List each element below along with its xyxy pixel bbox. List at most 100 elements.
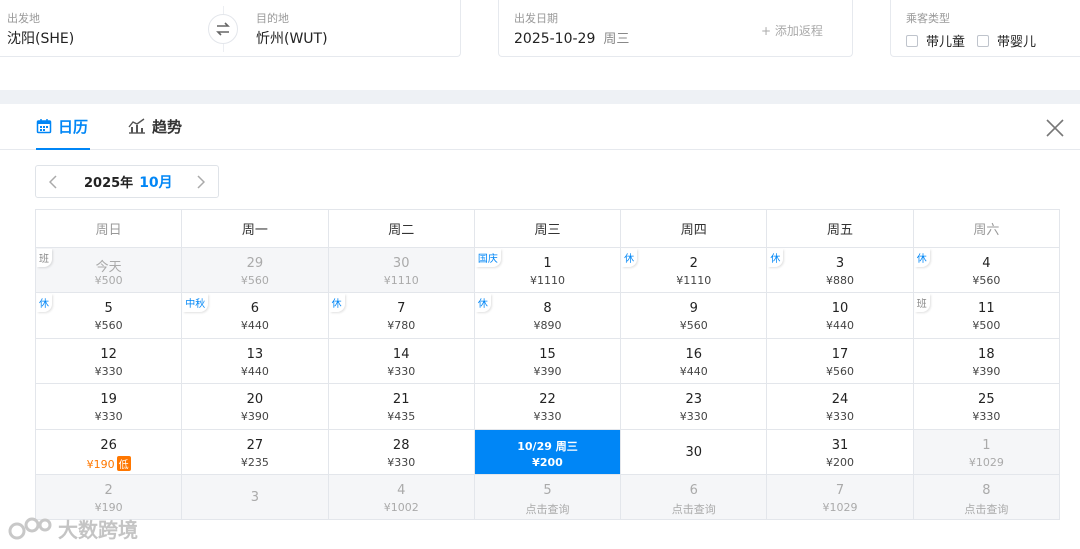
calendar-day-price: ¥200	[475, 456, 620, 469]
calendar-day-cell[interactable]: 中秋 6 ¥440	[182, 293, 329, 339]
calendar-day-cell[interactable]: 5 点击查询	[474, 474, 622, 521]
prev-month-button[interactable]	[36, 166, 70, 197]
calendar-day-cell[interactable]: 班今天 ¥500	[36, 248, 183, 294]
calendar-day-cell[interactable]: 国庆 1 ¥1110	[474, 248, 622, 294]
calendar-day-number: 16	[685, 346, 703, 362]
calendar-day-cell[interactable]: 6 点击查询	[621, 474, 768, 521]
price-text: 点击查询	[525, 502, 570, 516]
price-text: ¥330	[94, 364, 123, 378]
lowest-price-badge: 低	[116, 455, 131, 471]
calendar-day-price: ¥560	[914, 274, 1059, 287]
calendar-day-price: 点击查询	[621, 501, 766, 517]
swap-cities-button[interactable]	[208, 14, 238, 44]
calendar-day-cell[interactable]: 26 ¥190 低	[36, 429, 183, 475]
from-city-input[interactable]: 沈阳(SHE)	[7, 28, 74, 48]
price-text: ¥440	[679, 364, 708, 378]
chevron-right-icon	[197, 174, 205, 189]
calendar-day-price: ¥1029	[767, 501, 912, 514]
calendar-day-cell[interactable]: 4 ¥1002	[328, 474, 475, 521]
calendar-day-cell[interactable]: 19 ¥330	[36, 384, 183, 430]
calendar-day-cell[interactable]: 24 ¥330	[767, 384, 914, 430]
calendar-day-cell[interactable]: 20 ¥390	[182, 384, 329, 430]
calendar-day-number: 3	[835, 256, 845, 271]
calendar-day-number: 14	[392, 346, 410, 362]
calendar-day-cell[interactable]: 17 ¥560	[767, 338, 914, 385]
calendar-day-cell[interactable]: 休 3 ¥880	[767, 248, 914, 294]
depart-date-label: 出发日期	[514, 12, 558, 25]
calendar-day-number: 10	[831, 301, 849, 317]
calendar-day-number: 17	[831, 346, 849, 362]
calendar-day-number: 5	[543, 482, 552, 498]
trend-chart-icon	[128, 118, 145, 134]
calendar-day-price: ¥500	[914, 319, 1059, 332]
tab-calendar[interactable]: 日历	[36, 116, 91, 150]
calendar-day-cell-selected[interactable]: 10/29 周三 ¥200	[474, 429, 622, 475]
price-text: ¥1029	[822, 500, 858, 514]
weekday-header: 周五	[767, 210, 914, 248]
close-icon[interactable]	[1045, 118, 1065, 138]
calendar-day-cell[interactable]: 18 ¥390	[913, 338, 1060, 385]
view-tabs: 日历 趋势	[0, 104, 1080, 150]
add-return-button[interactable]: + 添加返程	[761, 22, 823, 39]
calendar-icon	[36, 119, 52, 134]
calendar-day-cell[interactable]: 25 ¥330	[913, 384, 1060, 430]
calendar-day-cell[interactable]: 休 4 ¥560	[913, 248, 1060, 294]
with-child-checkbox[interactable]: 带儿童	[906, 31, 965, 50]
calendar-day-cell[interactable]: 休 2 ¥1110	[621, 248, 768, 294]
price-text: ¥440	[240, 364, 269, 378]
price-text: ¥390	[240, 410, 269, 424]
calendar-day-cell[interactable]: 14 ¥330	[328, 338, 475, 385]
with-infant-checkbox[interactable]: 带婴儿	[977, 31, 1036, 50]
calendar-day-number: 24	[831, 392, 849, 408]
calendar-day-cell[interactable]: 8 点击查询	[913, 474, 1060, 521]
calendar-day-number: 8	[543, 301, 552, 317]
calendar-day-cell[interactable]: 10 ¥440	[767, 293, 914, 339]
calendar-day-number: 4	[982, 256, 991, 271]
calendar-day-price: ¥330	[36, 365, 181, 378]
calendar-day-cell[interactable]: 9 ¥560	[621, 293, 768, 339]
calendar-day-cell[interactable]: 3	[182, 474, 329, 521]
price-text: ¥560	[679, 319, 708, 333]
calendar-day-cell[interactable]: 休 5 ¥560	[36, 293, 183, 339]
calendar-day-cell[interactable]: 28 ¥330	[328, 429, 475, 475]
calendar-day-cell[interactable]: 1 ¥1029	[913, 429, 1060, 475]
calendar-day-cell[interactable]: 15 ¥390	[474, 338, 622, 385]
depart-date-input[interactable]: 2025-10-29 周三	[514, 28, 629, 47]
calendar-day-cell[interactable]: 29 ¥560	[182, 248, 329, 294]
calendar-day-number: 今天	[95, 260, 122, 275]
price-text: ¥560	[94, 319, 123, 333]
calendar-day-number: 30	[685, 444, 703, 460]
next-month-button[interactable]	[184, 166, 218, 197]
calendar-day-cell[interactable]: 27 ¥235	[182, 429, 329, 475]
price-text: ¥330	[94, 410, 123, 424]
calendar-day-cell[interactable]: 21 ¥435	[328, 384, 475, 430]
price-text: ¥880	[826, 274, 855, 287]
calendar-day-price: 点击查询	[475, 501, 620, 517]
calendar-day-cell[interactable]: 班 11 ¥500	[913, 293, 1060, 339]
price-text: ¥330	[826, 410, 855, 424]
calendar-day-cell[interactable]: 13 ¥440	[182, 338, 329, 385]
calendar-day-cell[interactable]: 22 ¥330	[474, 384, 622, 430]
calendar-day-cell[interactable]: 12 ¥330	[36, 338, 183, 385]
calendar-day-cell[interactable]: 16 ¥440	[621, 338, 768, 385]
calendar-day-cell[interactable]: 31 ¥200	[767, 429, 914, 475]
checkbox-box	[977, 34, 989, 47]
to-city-input[interactable]: 忻州(WUT)	[256, 28, 328, 48]
tab-trend[interactable]: 趋势	[128, 116, 182, 150]
calendar-day-cell[interactable]: 休 7 ¥780	[328, 293, 475, 339]
price-text: ¥190	[94, 500, 123, 514]
calendar-day-number: 7	[397, 301, 406, 317]
calendar-day-cell[interactable]: 30	[621, 429, 768, 475]
calendar-day-cell[interactable]: 7 ¥1029	[767, 474, 914, 521]
calendar-day-cell[interactable]: 休 8 ¥890	[474, 293, 622, 339]
calendar-day-cell[interactable]: 30 ¥1110	[328, 248, 475, 294]
calendar-day-price: ¥330	[621, 410, 766, 423]
watermark-logo-icon	[8, 517, 52, 539]
calendar-day-price: ¥190	[36, 501, 181, 514]
calendar-day-number: 9	[689, 301, 698, 317]
calendar-day-price: 点击查询	[914, 501, 1059, 517]
calendar-day-price: ¥440	[182, 319, 327, 332]
weekday-header: 周二	[328, 210, 475, 248]
calendar-day-cell[interactable]: 23 ¥330	[621, 384, 768, 430]
fare-calendar-grid: 周日 周一 周二 周三 周四 周五 周六 班今天 ¥500 29 ¥560 30 ¥111…	[35, 209, 1060, 521]
